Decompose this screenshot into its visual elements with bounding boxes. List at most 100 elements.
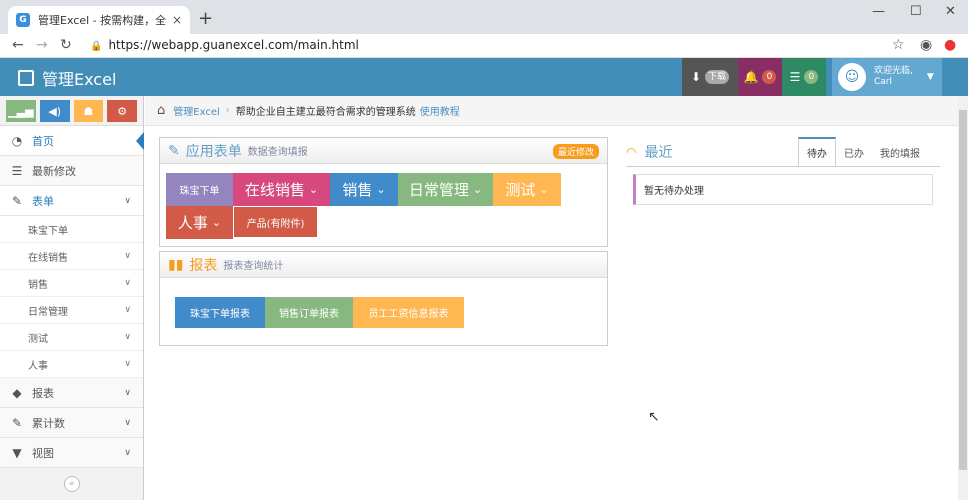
tile-label: 日常管理 [408, 181, 469, 199]
breadcrumb-home-link[interactable]: 管理Excel [173, 103, 220, 118]
sidebar-subitem-daily[interactable]: 日常管理 ∨ [0, 297, 143, 324]
form-tile-button[interactable]: 测试 ⌄ [493, 173, 561, 206]
chevron-down-icon: ∨ [124, 251, 131, 261]
chevron-down-icon: ∨ [124, 332, 131, 342]
report-tile-button[interactable]: 珠宝下单报表 [175, 297, 265, 328]
caret-down-icon: ⌄ [308, 183, 319, 196]
filter-icon: ▼ [12, 445, 22, 460]
sidebar-subitem-test[interactable]: 测试 ∨ [0, 324, 143, 351]
notifications-button[interactable]: 🔔 0 [738, 58, 782, 96]
list-icon: ☰ [11, 163, 23, 178]
form-tile-button[interactable]: 产品(有附件) [234, 207, 317, 237]
minimize-button[interactable]: — [872, 4, 885, 19]
recent-tabs: 待办 已办 我的填报 [798, 137, 928, 166]
tile-label: 珠宝下单报表 [190, 309, 250, 320]
sidebar-subitem-online-sales[interactable]: 在线销售 ∨ [0, 243, 143, 270]
widget-header: ▮▮ 报表 报表查询统计 [160, 252, 607, 278]
tile-label: 人事 [177, 214, 208, 232]
tile-label: 员工工资信息报表 [368, 309, 449, 320]
chevron-down-icon: ∨ [124, 417, 131, 428]
cogs-shortcut-icon[interactable]: ⚙ [107, 100, 137, 122]
messages-button[interactable]: ☰ 0 [782, 58, 826, 96]
sidebar-item-label: 累计数 [32, 416, 65, 430]
sidebar-item-label: 表单 [32, 194, 54, 208]
sidebar-item-label: 最新修改 [32, 164, 76, 178]
tile-label: 珠宝下单 [179, 186, 220, 197]
sidebar-subitem-sales[interactable]: 销售 ∨ [0, 270, 143, 297]
url-field[interactable]: 🔒 https://webapp.guanexcel.com/main.html [90, 38, 359, 52]
tab-close-icon[interactable]: × [172, 13, 182, 27]
sidebar-item-views[interactable]: ▼ 视图 ∨ [0, 438, 143, 468]
chevron-down-icon: ∨ [124, 195, 131, 206]
subitem-label: 日常管理 [28, 306, 68, 318]
lock-icon: 🔒 [90, 41, 103, 52]
window-close-button[interactable]: ✕ [945, 4, 956, 19]
maximize-button[interactable]: ☐ [910, 4, 922, 19]
scrollbar-thumb[interactable] [959, 110, 967, 470]
empty-text: 暂无待办处理 [644, 186, 704, 197]
widget-title: 应用表单 [185, 143, 242, 160]
subitem-label: 在线销售 [28, 252, 68, 264]
sidebar-item-recent[interactable]: ☰ 最新修改 [0, 156, 143, 186]
sidebar-item-label: 首页 [32, 134, 54, 148]
report-tile-button[interactable]: 员工工资信息报表 [353, 297, 464, 328]
tutorial-link[interactable]: 使用教程 [420, 103, 460, 118]
tile-label: 销售 [342, 181, 373, 199]
sidebar-item-home[interactable]: ◔ 首页 [0, 126, 144, 156]
building-icon [18, 70, 34, 86]
tile-label: 在线销售 [244, 181, 305, 199]
new-tab-button[interactable]: + [198, 8, 213, 29]
sidebar-item-forms[interactable]: ✎ 表单 ∨ [0, 186, 143, 216]
reload-icon[interactable]: ↻ [60, 37, 72, 53]
form-tile-button[interactable]: 销售 ⌄ [330, 173, 398, 206]
report-tile-button[interactable]: 销售订单报表 [265, 297, 353, 328]
tag-icon: ◆ [12, 385, 22, 400]
users-shortcut-icon[interactable]: ☗ [73, 100, 104, 122]
form-tile-button[interactable]: 在线销售 ⌄ [233, 173, 330, 206]
bookmark-star-icon[interactable]: ☆ [892, 37, 905, 53]
subitem-label: 销售 [28, 279, 48, 291]
recent-modified-badge[interactable]: 最近修改 [552, 144, 599, 159]
breadcrumb: ⌂ 管理Excel › 帮助企业自主建立最符合需求的管理系统 使用教程 [145, 96, 968, 126]
recent-header: ◠ 最近 [626, 142, 672, 162]
chart-shortcut-icon[interactable]: ▁▃▅ [6, 100, 36, 122]
caret-down-icon: ▼ [926, 72, 934, 82]
chevron-down-icon: ∨ [124, 387, 131, 398]
sidebar-subitem-jewelry[interactable]: 珠宝下单 [0, 216, 143, 243]
breadcrumb-description: 帮助企业自主建立最符合需求的管理系统 [235, 107, 416, 118]
forward-icon[interactable]: → [36, 37, 48, 53]
megaphone-shortcut-icon[interactable]: ◀) [39, 100, 70, 122]
extension-icon[interactable]: ● [944, 37, 956, 53]
tab-todo[interactable]: 待办 [798, 137, 836, 166]
sidebar-item-reports[interactable]: ◆ 报表 ∨ [0, 378, 143, 408]
rss-icon: ◠ [626, 145, 637, 159]
sidebar-subitem-hr[interactable]: 人事 ∨ [0, 351, 143, 378]
sidebar-item-count[interactable]: ✎ 累计数 ∨ [0, 408, 143, 438]
tab-my-submissions[interactable]: 我的填报 [872, 139, 928, 166]
collapse-icon[interactable]: « [63, 476, 80, 492]
profile-icon[interactable]: ◉ [920, 37, 932, 53]
app-logo[interactable]: 管理Excel [18, 66, 116, 90]
tile-label: 产品(有附件) [246, 218, 305, 230]
tab-done[interactable]: 已办 [836, 139, 872, 166]
subitem-label: 珠宝下单 [28, 225, 68, 237]
page-scrollbar[interactable] [958, 96, 968, 500]
browser-tab[interactable]: G 管理Excel - 按需构建，全方位满 × [8, 6, 190, 34]
download-label: 下载 [705, 70, 730, 84]
tile-label: 销售订单报表 [279, 309, 339, 320]
edit-icon: ✎ [168, 142, 180, 159]
caret-down-icon: ⌄ [376, 183, 386, 196]
form-tile-button[interactable]: 日常管理 ⌄ [398, 173, 493, 206]
subitem-label: 人事 [28, 360, 48, 372]
sidebar: ▁▃▅ ◀) ☗ ⚙ ◔ 首页 ☰ 最新修改 ✎ 表单 ∨ 珠宝下单 在线销售 ∨… [0, 96, 144, 500]
bell-icon: 🔔 [743, 70, 759, 84]
empty-todo-item: 暂无待办处理 [633, 174, 933, 205]
download-button[interactable]: ⬇ 下载 [682, 58, 738, 96]
form-tile-button[interactable]: 珠宝下单 [166, 173, 233, 206]
form-tile-button[interactable]: 人事 ⌄ [166, 206, 233, 239]
back-icon[interactable]: ← [12, 37, 24, 53]
user-name: Carl [874, 77, 892, 87]
tile-label: 测试 [505, 181, 536, 199]
user-menu[interactable]: ☺ 欢迎光临, Carl ▼ [832, 58, 942, 96]
home-icon[interactable]: ⌂ [157, 103, 165, 118]
